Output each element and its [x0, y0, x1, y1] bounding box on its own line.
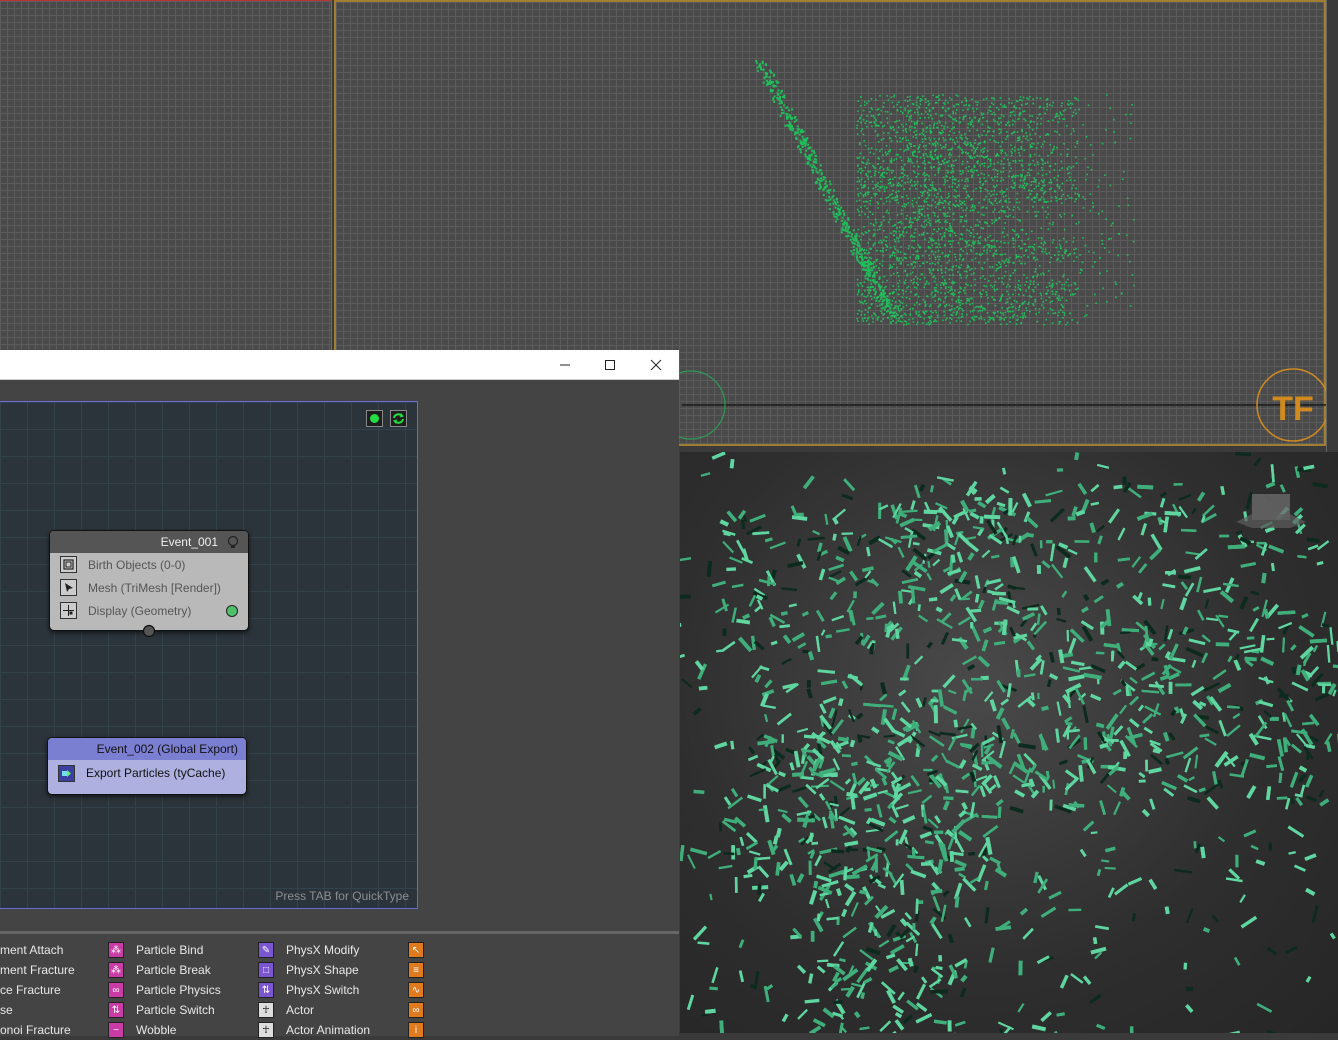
maximize-icon [604, 359, 616, 371]
tray-item[interactable]: onoi Fracture [0, 1020, 75, 1040]
viewport-edge [1326, 0, 1338, 452]
tray-item[interactable]: ment Fracture [0, 960, 75, 980]
display-color-icon[interactable] [225, 604, 239, 618]
minimize-button[interactable] [542, 350, 588, 379]
operator-label: Display (Geometry) [88, 604, 191, 618]
tray-column-2: ⁂Particle Bind ⁂Particle Break ∞Particle… [108, 940, 221, 1040]
orange-operator-icon: i [408, 1022, 424, 1038]
green-dot-icon [369, 413, 380, 424]
tray-column-1: ment Attach ment Fracture ce Fracture se… [0, 940, 75, 1040]
tray-item-wobble[interactable]: ~Wobble [108, 1020, 221, 1040]
tray-item[interactable]: ment Attach [0, 940, 75, 960]
tray-item-partial[interactable]: ∿ [408, 980, 436, 1000]
tray-item-actor-animation[interactable]: ☥Actor Animation [258, 1020, 370, 1040]
physx-switch-icon: ⇅ [258, 982, 274, 998]
viewcube-icon[interactable] [680, 452, 1338, 1033]
operator-label: Export Particles (tyCache) [86, 766, 225, 780]
orange-operator-icon: ∿ [408, 982, 424, 998]
tray-item-particle-bind[interactable]: ⁂Particle Bind [108, 940, 221, 960]
tray-item-partial[interactable]: ≡ [408, 960, 436, 980]
minimize-icon [559, 359, 571, 371]
tray-item-partial[interactable]: i [408, 1020, 436, 1040]
enable-flow-button[interactable] [366, 410, 383, 427]
tray-item-particle-physics[interactable]: ∞Particle Physics [108, 980, 221, 1000]
particle-break-icon: ⁂ [108, 962, 124, 978]
particle-bind-icon: ⁂ [108, 942, 124, 958]
quicktype-hint: Press TAB for QuickType [275, 889, 409, 903]
event-node-header[interactable]: Event_001 [50, 531, 248, 553]
particle-switch-icon: ⇅ [108, 1002, 124, 1018]
orange-operator-icon: ≡ [408, 962, 424, 978]
viewport-left[interactable] [0, 0, 332, 351]
title-bar[interactable] [0, 350, 679, 380]
operator-display[interactable]: Display (Geometry) [50, 599, 248, 622]
maximize-button[interactable] [587, 350, 633, 379]
actor-icon: ☥ [258, 1002, 274, 1018]
svg-text:TF: TF [1272, 390, 1314, 428]
operator-label: Mesh (TriMesh [Render]) [88, 581, 221, 595]
physx-shape-icon: □ [258, 962, 274, 978]
tyflow-editor-window: Event_001 Birth Objects (0-0) Mesh (TriM… [0, 350, 679, 1033]
tray-column-4: ↖ ≡ ∿ ∞ i [408, 940, 436, 1040]
event-node-title: Event_001 [161, 535, 218, 549]
tray-item[interactable]: se [0, 1000, 75, 1020]
flow-graph-canvas[interactable]: Event_001 Birth Objects (0-0) Mesh (TriM… [0, 401, 418, 909]
operator-label: Birth Objects (0-0) [88, 558, 185, 572]
close-button[interactable] [633, 350, 679, 379]
refresh-icon [392, 412, 405, 425]
orange-operator-icon: ∞ [408, 1002, 424, 1018]
output-socket-icon[interactable] [142, 624, 156, 638]
tray-item-partial[interactable]: ∞ [408, 1000, 436, 1020]
tray-item-physx-switch[interactable]: ⇅PhysX Switch [258, 980, 370, 1000]
operator-tray: ment Attach ment Fracture ce Fracture se… [0, 931, 679, 1036]
close-icon [650, 359, 662, 371]
tray-item-physx-shape[interactable]: □PhysX Shape [258, 960, 370, 980]
orange-operator-icon: ↖ [408, 942, 424, 958]
birth-objects-icon [60, 556, 77, 573]
lightbulb-icon[interactable] [226, 535, 240, 549]
refresh-flow-button[interactable] [390, 410, 407, 427]
export-particles-icon [58, 765, 75, 782]
event-node-001[interactable]: Event_001 Birth Objects (0-0) Mesh (TriM… [49, 530, 249, 631]
physx-modify-icon: ✎ [258, 942, 274, 958]
tray-column-3: ✎PhysX Modify □PhysX Shape ⇅PhysX Switch… [258, 940, 370, 1040]
particle-physics-icon: ∞ [108, 982, 124, 998]
tray-item-partial[interactable]: ↖ [408, 940, 436, 960]
tray-item-physx-modify[interactable]: ✎PhysX Modify [258, 940, 370, 960]
actor-animation-icon: ☥ [258, 1022, 274, 1038]
viewport-perspective[interactable] [680, 452, 1338, 1033]
operator-birth-objects[interactable]: Birth Objects (0-0) [50, 553, 248, 576]
wobble-icon: ~ [108, 1022, 124, 1038]
operator-mesh[interactable]: Mesh (TriMesh [Render]) [50, 576, 248, 599]
display-icon [60, 602, 77, 619]
tray-item-actor[interactable]: ☥Actor [258, 1000, 370, 1020]
event-node-002[interactable]: Event_002 (Global Export) Export Particl… [47, 737, 247, 795]
mesh-icon [60, 579, 77, 596]
event-node-title: Event_002 (Global Export) [97, 742, 238, 756]
tray-item-particle-break[interactable]: ⁂Particle Break [108, 960, 221, 980]
operator-export-particles[interactable]: Export Particles (tyCache) [48, 760, 246, 786]
tray-item-particle-switch[interactable]: ⇅Particle Switch [108, 1000, 221, 1020]
event-node-header[interactable]: Event_002 (Global Export) [48, 738, 246, 760]
tray-item[interactable]: ce Fracture [0, 980, 75, 1000]
